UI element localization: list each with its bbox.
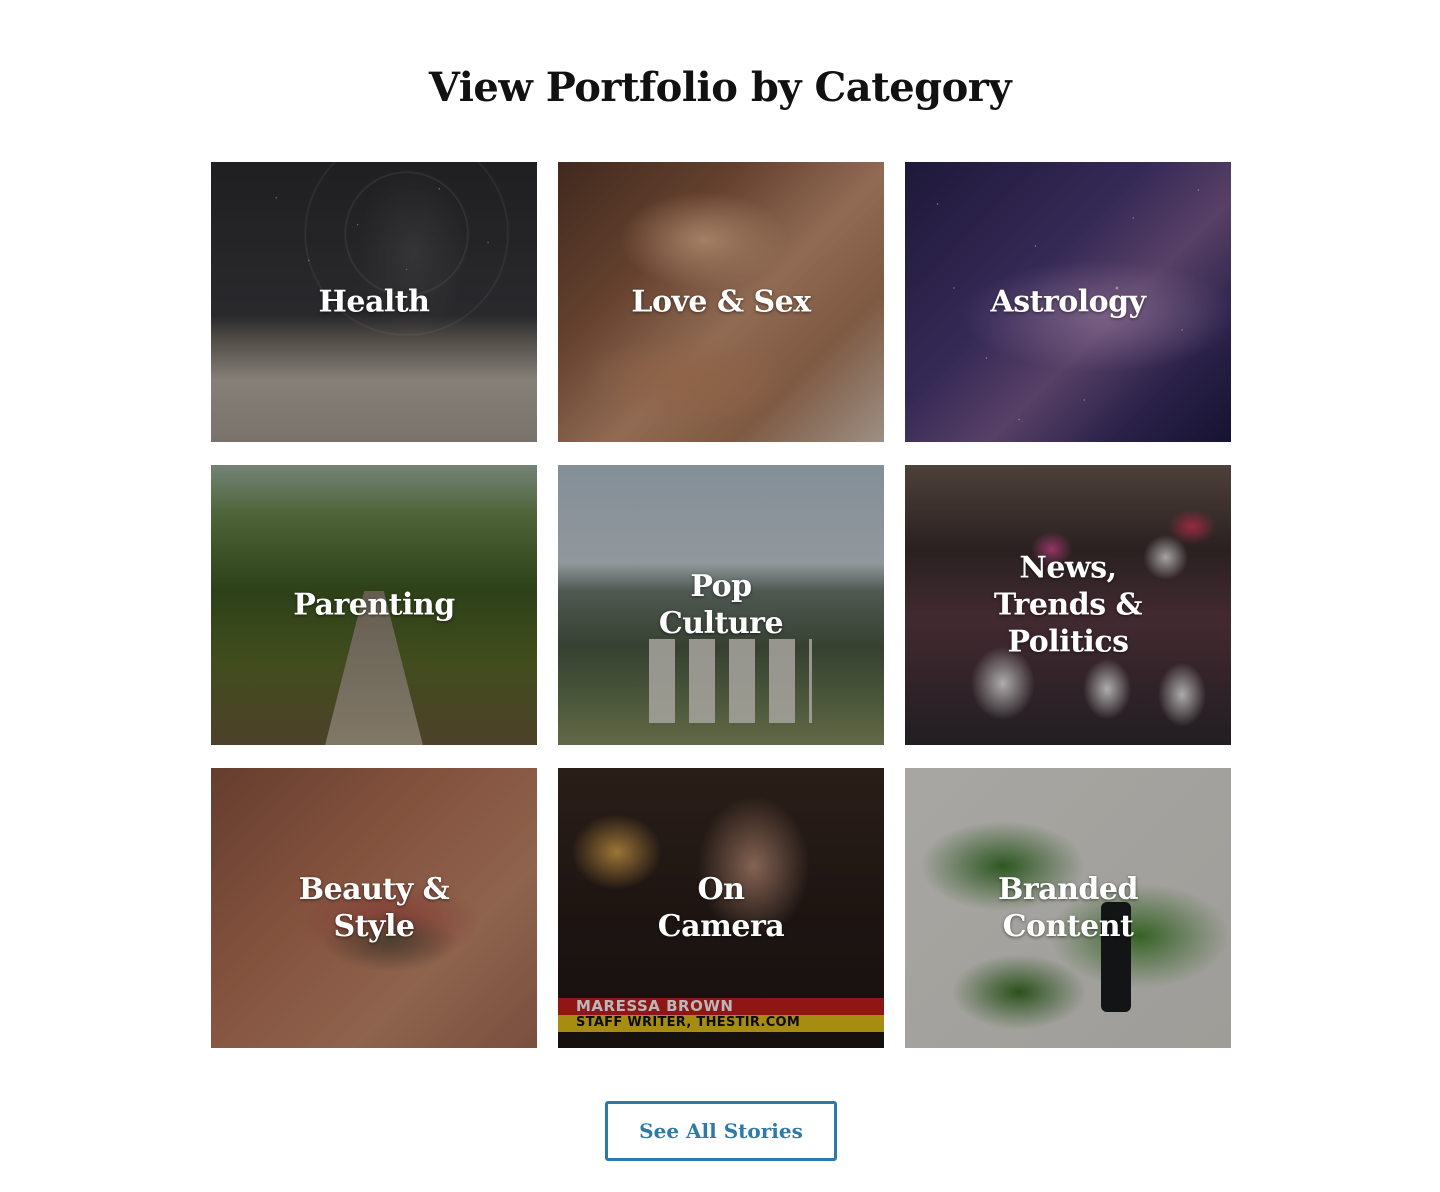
category-label: Branded Content xyxy=(998,872,1138,944)
see-all-stories-button[interactable]: See All Stories xyxy=(605,1101,837,1161)
category-tile-on-camera[interactable]: MARESSA BROWN STAFF WRITER, THESTIR.COM … xyxy=(558,768,884,1048)
category-tile-beauty-style[interactable]: Beauty & Style xyxy=(211,768,537,1048)
page-title: View Portfolio by Category xyxy=(428,64,1012,111)
category-tile-love-sex[interactable]: Love & Sex xyxy=(558,162,884,442)
category-tile-health[interactable]: Health xyxy=(211,162,537,442)
category-label: On Camera xyxy=(657,872,785,944)
category-grid: Health Love & Sex Astrology Parenting Po… xyxy=(211,162,1232,1048)
category-tile-news-politics[interactable]: News, Trends & Politics xyxy=(905,465,1231,745)
category-tile-branded-content[interactable]: Branded Content xyxy=(905,768,1231,1048)
category-label: Beauty & Style xyxy=(298,872,450,944)
category-label: Astrology xyxy=(990,284,1146,320)
category-label: Health xyxy=(318,284,430,320)
category-tile-astrology[interactable]: Astrology xyxy=(905,162,1231,442)
category-label: Love & Sex xyxy=(631,284,811,320)
category-label: News, Trends & Politics xyxy=(993,550,1143,660)
category-label: Parenting xyxy=(293,587,455,623)
portfolio-section: View Portfolio by Category Health Love &… xyxy=(0,0,1440,1192)
category-label: Pop Culture xyxy=(658,569,784,641)
category-tile-parenting[interactable]: Parenting xyxy=(211,465,537,745)
category-tile-pop-culture[interactable]: Pop Culture xyxy=(558,465,884,745)
